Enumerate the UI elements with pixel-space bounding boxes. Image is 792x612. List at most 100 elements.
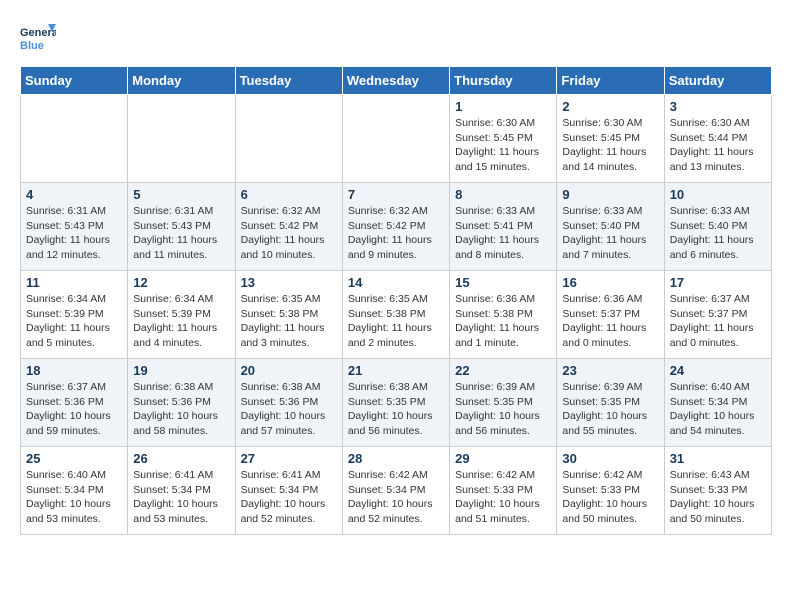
day-info: Sunrise: 6:35 AM Sunset: 5:38 PM Dayligh…	[241, 292, 337, 351]
weekday-header-thursday: Thursday	[450, 67, 557, 95]
day-number: 16	[562, 275, 658, 290]
day-number: 26	[133, 451, 229, 466]
day-number: 10	[670, 187, 766, 202]
calendar-week-3: 11 Sunrise: 6:34 AM Sunset: 5:39 PM Dayli…	[21, 271, 772, 359]
day-info: Sunrise: 6:35 AM Sunset: 5:38 PM Dayligh…	[348, 292, 444, 351]
calendar-cell: 6Sunrise: 6:32 AM Sunset: 5:42 PM Daylig…	[235, 183, 342, 271]
calendar-cell: 3 Sunrise: 6:30 AM Sunset: 5:44 PM Daylig…	[664, 95, 771, 183]
day-number: 15	[455, 275, 551, 290]
day-info: Sunrise: 6:38 AM Sunset: 5:36 PM Dayligh…	[241, 380, 337, 439]
calendar-cell: 29 Sunrise: 6:42 AM Sunset: 5:33 PM Dayli…	[450, 447, 557, 535]
day-info: Sunrise: 6:42 AM Sunset: 5:33 PM Dayligh…	[455, 468, 551, 527]
calendar-table: SundayMondayTuesdayWednesdayThursdayFrid…	[20, 66, 772, 535]
calendar-week-2: 4 Sunrise: 6:31 AM Sunset: 5:43 PM Daylig…	[21, 183, 772, 271]
day-info: Sunrise: 6:33 AM Sunset: 5:40 PM Dayligh…	[562, 204, 658, 263]
logo-icon: General Blue	[20, 20, 56, 56]
calendar-cell: 12Sunrise: 6:34 AM Sunset: 5:39 PM Dayli…	[128, 271, 235, 359]
day-info: Sunrise: 6:34 AM Sunset: 5:39 PM Dayligh…	[133, 292, 229, 351]
day-number: 28	[348, 451, 444, 466]
calendar-cell: 17Sunrise: 6:37 AM Sunset: 5:37 PM Dayli…	[664, 271, 771, 359]
day-number: 5	[133, 187, 229, 202]
logo: General Blue	[20, 20, 56, 56]
day-info: Sunrise: 6:32 AM Sunset: 5:42 PM Dayligh…	[241, 204, 337, 263]
calendar-cell: 5 Sunrise: 6:31 AM Sunset: 5:43 PM Daylig…	[128, 183, 235, 271]
day-number: 29	[455, 451, 551, 466]
calendar-cell: 11 Sunrise: 6:34 AM Sunset: 5:39 PM Dayli…	[21, 271, 128, 359]
day-number: 4	[26, 187, 122, 202]
weekday-header-monday: Monday	[128, 67, 235, 95]
calendar-cell: 8 Sunrise: 6:33 AM Sunset: 5:41 PM Daylig…	[450, 183, 557, 271]
day-info: Sunrise: 6:42 AM Sunset: 5:34 PM Dayligh…	[348, 468, 444, 527]
day-number: 3	[670, 99, 766, 114]
calendar-cell: 20Sunrise: 6:38 AM Sunset: 5:36 PM Dayli…	[235, 359, 342, 447]
weekday-header-sunday: Sunday	[21, 67, 128, 95]
day-number: 21	[348, 363, 444, 378]
day-number: 22	[455, 363, 551, 378]
day-number: 31	[670, 451, 766, 466]
day-number: 25	[26, 451, 122, 466]
day-number: 24	[670, 363, 766, 378]
day-info: Sunrise: 6:30 AM Sunset: 5:45 PM Dayligh…	[562, 116, 658, 175]
day-number: 30	[562, 451, 658, 466]
day-number: 14	[348, 275, 444, 290]
day-info: Sunrise: 6:40 AM Sunset: 5:34 PM Dayligh…	[26, 468, 122, 527]
day-info: Sunrise: 6:39 AM Sunset: 5:35 PM Dayligh…	[562, 380, 658, 439]
calendar-cell: 30 Sunrise: 6:42 AM Sunset: 5:33 PM Dayli…	[557, 447, 664, 535]
calendar-cell: 26 Sunrise: 6:41 AM Sunset: 5:34 PM Dayli…	[128, 447, 235, 535]
day-number: 18	[26, 363, 122, 378]
calendar-cell: 7Sunrise: 6:32 AM Sunset: 5:42 PM Daylig…	[342, 183, 449, 271]
day-info: Sunrise: 6:37 AM Sunset: 5:36 PM Dayligh…	[26, 380, 122, 439]
day-info: Sunrise: 6:41 AM Sunset: 5:34 PM Dayligh…	[241, 468, 337, 527]
day-number: 9	[562, 187, 658, 202]
day-number: 11	[26, 275, 122, 290]
calendar-cell: 14 Sunrise: 6:35 AM Sunset: 5:38 PM Dayli…	[342, 271, 449, 359]
calendar-cell: 15 Sunrise: 6:36 AM Sunset: 5:38 PM Dayli…	[450, 271, 557, 359]
day-info: Sunrise: 6:38 AM Sunset: 5:35 PM Dayligh…	[348, 380, 444, 439]
calendar-cell: 23Sunrise: 6:39 AM Sunset: 5:35 PM Dayli…	[557, 359, 664, 447]
calendar-cell: 25 Sunrise: 6:40 AM Sunset: 5:34 PM Dayli…	[21, 447, 128, 535]
day-info: Sunrise: 6:33 AM Sunset: 5:40 PM Dayligh…	[670, 204, 766, 263]
day-info: Sunrise: 6:41 AM Sunset: 5:34 PM Dayligh…	[133, 468, 229, 527]
day-info: Sunrise: 6:36 AM Sunset: 5:38 PM Dayligh…	[455, 292, 551, 351]
calendar-cell	[342, 95, 449, 183]
day-info: Sunrise: 6:34 AM Sunset: 5:39 PM Dayligh…	[26, 292, 122, 351]
calendar-cell: 18 Sunrise: 6:37 AM Sunset: 5:36 PM Dayli…	[21, 359, 128, 447]
calendar-cell: 21 Sunrise: 6:38 AM Sunset: 5:35 PM Dayli…	[342, 359, 449, 447]
day-info: Sunrise: 6:39 AM Sunset: 5:35 PM Dayligh…	[455, 380, 551, 439]
day-info: Sunrise: 6:42 AM Sunset: 5:33 PM Dayligh…	[562, 468, 658, 527]
day-info: Sunrise: 6:43 AM Sunset: 5:33 PM Dayligh…	[670, 468, 766, 527]
day-info: Sunrise: 6:30 AM Sunset: 5:45 PM Dayligh…	[455, 116, 551, 175]
calendar-cell: 28 Sunrise: 6:42 AM Sunset: 5:34 PM Dayli…	[342, 447, 449, 535]
calendar-body: 1 Sunrise: 6:30 AM Sunset: 5:45 PM Daylig…	[21, 95, 772, 535]
day-number: 8	[455, 187, 551, 202]
calendar-week-5: 25 Sunrise: 6:40 AM Sunset: 5:34 PM Dayli…	[21, 447, 772, 535]
day-info: Sunrise: 6:36 AM Sunset: 5:37 PM Dayligh…	[562, 292, 658, 351]
page-header: General Blue	[20, 20, 772, 56]
day-info: Sunrise: 6:30 AM Sunset: 5:44 PM Dayligh…	[670, 116, 766, 175]
day-number: 1	[455, 99, 551, 114]
day-info: Sunrise: 6:32 AM Sunset: 5:42 PM Dayligh…	[348, 204, 444, 263]
svg-text:Blue: Blue	[20, 40, 44, 52]
calendar-cell: 22 Sunrise: 6:39 AM Sunset: 5:35 PM Dayli…	[450, 359, 557, 447]
calendar-cell: 13Sunrise: 6:35 AM Sunset: 5:38 PM Dayli…	[235, 271, 342, 359]
calendar-cell: 27 Sunrise: 6:41 AM Sunset: 5:34 PM Dayli…	[235, 447, 342, 535]
day-number: 2	[562, 99, 658, 114]
day-info: Sunrise: 6:38 AM Sunset: 5:36 PM Dayligh…	[133, 380, 229, 439]
calendar-week-1: 1 Sunrise: 6:30 AM Sunset: 5:45 PM Daylig…	[21, 95, 772, 183]
day-info: Sunrise: 6:31 AM Sunset: 5:43 PM Dayligh…	[133, 204, 229, 263]
calendar-cell	[128, 95, 235, 183]
calendar-cell: 24Sunrise: 6:40 AM Sunset: 5:34 PM Dayli…	[664, 359, 771, 447]
day-info: Sunrise: 6:33 AM Sunset: 5:41 PM Dayligh…	[455, 204, 551, 263]
calendar-cell: 10 Sunrise: 6:33 AM Sunset: 5:40 PM Dayli…	[664, 183, 771, 271]
weekday-header-saturday: Saturday	[664, 67, 771, 95]
day-number: 19	[133, 363, 229, 378]
weekday-header-tuesday: Tuesday	[235, 67, 342, 95]
calendar-cell: 2 Sunrise: 6:30 AM Sunset: 5:45 PM Daylig…	[557, 95, 664, 183]
calendar-cell	[21, 95, 128, 183]
weekday-header-wednesday: Wednesday	[342, 67, 449, 95]
calendar-cell: 4Sunrise: 6:31 AM Sunset: 5:43 PM Daylig…	[21, 183, 128, 271]
calendar-cell: 16 Sunrise: 6:36 AM Sunset: 5:37 PM Dayli…	[557, 271, 664, 359]
day-number: 27	[241, 451, 337, 466]
calendar-cell: 31 Sunrise: 6:43 AM Sunset: 5:33 PM Dayli…	[664, 447, 771, 535]
calendar-cell: 1 Sunrise: 6:30 AM Sunset: 5:45 PM Daylig…	[450, 95, 557, 183]
